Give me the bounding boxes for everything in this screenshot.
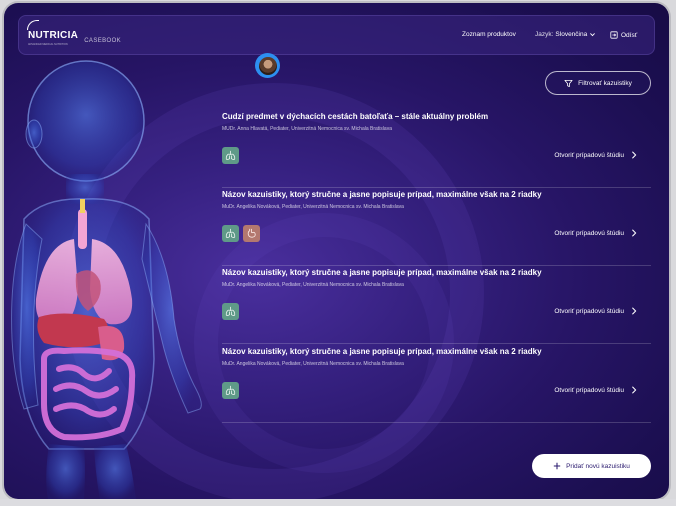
case-tags: [222, 303, 239, 320]
open-case-study-link[interactable]: Otvoriť prípadovú štúdiu: [554, 307, 637, 315]
case-tags: [222, 382, 239, 399]
tag-respiratory[interactable]: [222, 225, 239, 242]
case-title[interactable]: Cudzí predmet v dýchacích cestách batoľa…: [222, 112, 488, 121]
open-case-label: Otvoriť prípadovú štúdiu: [554, 151, 624, 159]
logo-subtitle: ADVANCED MEDICAL NUTRITION: [28, 43, 68, 46]
case-author: MuDr. Angelika Nováková, Pediater, Unive…: [222, 282, 404, 288]
filter-cases-button[interactable]: Filtrovať kazuistiky: [545, 71, 651, 95]
open-case-study-link[interactable]: Otvoriť prípadovú štúdiu: [554, 151, 637, 159]
product-list-link[interactable]: Zoznam produktov: [462, 31, 516, 38]
tag-respiratory[interactable]: [222, 147, 239, 164]
logo-text: NUTRICIA: [28, 30, 79, 41]
case-card: Názov kazuistiky, ktorý stručne a jasne …: [222, 190, 651, 266]
tag-digestive[interactable]: [243, 225, 260, 242]
case-card: Názov kazuistiky, ktorý stručne a jasne …: [222, 347, 651, 423]
app-name: CASEBOOK: [84, 38, 122, 44]
language-label: Jazyk:: [535, 31, 554, 38]
tag-respiratory[interactable]: [222, 382, 239, 399]
case-card: Cudzí predmet v dýchacích cestách batoľa…: [222, 112, 651, 188]
chevron-down-icon: [590, 33, 596, 37]
window-bottom-edge: [0, 499, 676, 506]
tag-respiratory[interactable]: [222, 303, 239, 320]
plus-icon: [553, 462, 561, 470]
filter-icon: [564, 79, 573, 87]
add-case-label: Pridať novú kazuistiku: [566, 462, 630, 470]
chevron-right-icon: [632, 307, 637, 315]
open-case-label: Otvoriť prípadovú štúdiu: [554, 229, 624, 237]
language-value: Slovenčina: [555, 31, 588, 38]
open-case-label: Otvoriť prípadovú štúdiu: [554, 307, 624, 315]
lungs-icon: [225, 228, 236, 239]
open-case-study-link[interactable]: Otvoriť prípadovú štúdiu: [554, 386, 637, 394]
lungs-icon: [225, 385, 236, 396]
chevron-right-icon: [632, 386, 637, 394]
stomach-icon: [246, 228, 257, 239]
logout-button[interactable]: Odísť: [610, 31, 637, 39]
nutricia-logo[interactable]: NUTRICIA ADVANCED MEDICAL NUTRITION CASE…: [27, 20, 122, 46]
language-selector[interactable]: Jazyk: Slovenčina: [535, 31, 596, 38]
case-author: MuDr. Angelika Nováková, Pediater, Unive…: [222, 204, 404, 210]
filter-label: Filtrovať kazuistiky: [578, 79, 632, 87]
case-card: Názov kazuistiky, ktorý stručne a jasne …: [222, 268, 651, 344]
open-case-study-link[interactable]: Otvoriť prípadovú štúdiu: [554, 229, 637, 237]
case-author: MUDr. Anna Hlavatá, Pediater, Univerzitn…: [222, 126, 392, 132]
case-title[interactable]: Názov kazuistiky, ktorý stručne a jasne …: [222, 347, 542, 356]
add-case-button[interactable]: Pridať novú kazuistiku: [532, 454, 651, 478]
case-author: MuDr. Angelika Nováková, Pediater, Unive…: [222, 361, 404, 367]
case-tags: [222, 225, 260, 242]
case-title[interactable]: Názov kazuistiky, ktorý stručne a jasne …: [222, 268, 542, 277]
chevron-right-icon: [632, 151, 637, 159]
anatomy-illustration: [11, 60, 202, 499]
open-case-label: Otvoriť prípadovú štúdiu: [554, 386, 624, 394]
lungs-icon: [225, 150, 236, 161]
case-tags: [222, 147, 239, 164]
logout-label: Odísť: [621, 31, 638, 39]
logout-icon: [610, 31, 618, 39]
app-window: NUTRICIA ADVANCED MEDICAL NUTRITION CASE…: [4, 3, 669, 499]
lungs-icon: [225, 306, 236, 317]
chevron-right-icon: [632, 229, 637, 237]
avatar-photo: [258, 56, 277, 75]
case-title[interactable]: Názov kazuistiky, ktorý stručne a jasne …: [222, 190, 542, 199]
user-avatar[interactable]: [255, 53, 280, 78]
